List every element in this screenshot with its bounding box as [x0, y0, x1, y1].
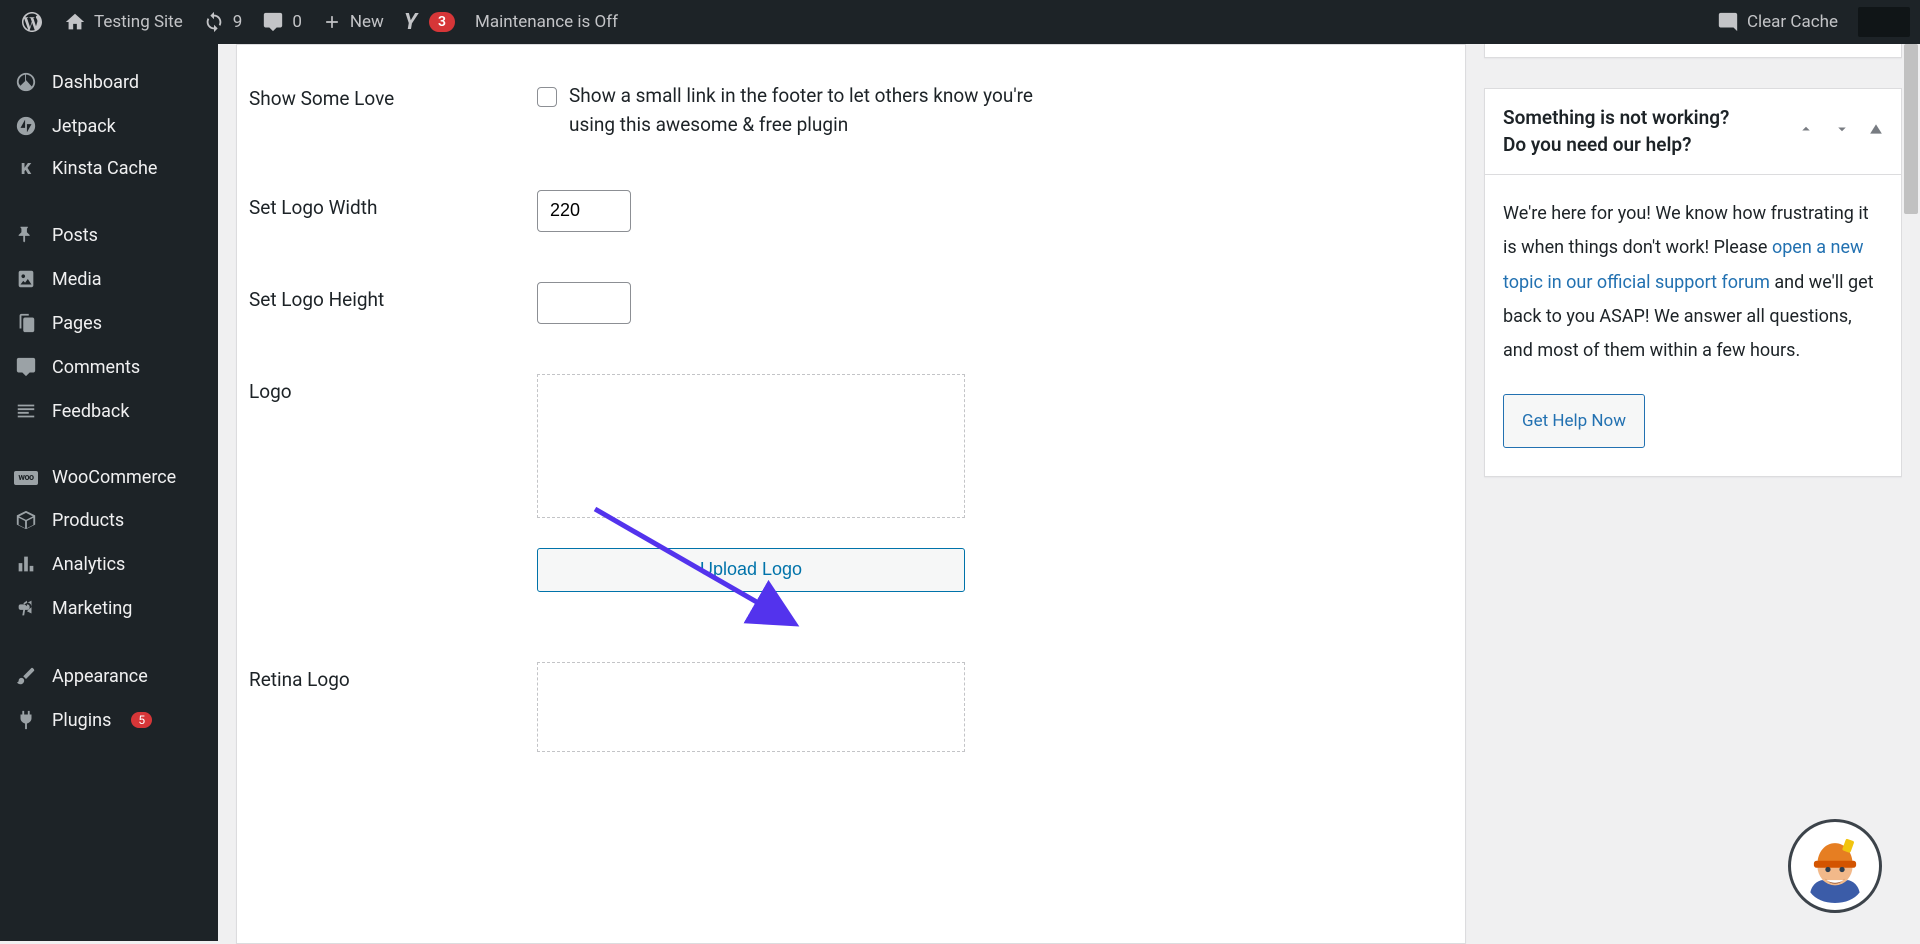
retina-logo-dropzone[interactable] [537, 662, 965, 752]
settings-form: Show Some Love Show a small link in the … [236, 44, 1466, 944]
scrollbar[interactable] [1902, 44, 1920, 941]
home-icon [64, 11, 86, 33]
sidebar-item-feedback[interactable]: Feedback [0, 389, 218, 433]
label-logo-width: Set Logo Width [249, 190, 537, 219]
yoast-icon: Y [404, 10, 417, 35]
sidebar-item-comments[interactable]: Comments [0, 345, 218, 389]
help-body: We're here for you! We know how frustrat… [1485, 175, 1901, 476]
sidebar-label: Comments [52, 357, 140, 378]
woo-icon: woo [14, 471, 38, 485]
new-label: New [350, 12, 384, 32]
sidebar-label: Feedback [52, 401, 129, 422]
cache-icon [1717, 11, 1739, 33]
sidebar-item-pages[interactable]: Pages [0, 301, 218, 345]
site-link[interactable]: Testing Site [54, 0, 193, 44]
new-content-link[interactable]: New [312, 0, 394, 44]
feedback-icon [14, 399, 38, 423]
plugins-count-badge: 5 [131, 712, 152, 728]
sidebar-label: Media [52, 269, 102, 290]
products-icon [14, 508, 38, 532]
metabox-move-up[interactable] [1797, 120, 1815, 143]
admin-toolbar: Testing Site 9 0 New Y 3 Maintenance is … [0, 0, 1920, 44]
row-logo-height: Set Logo Height [249, 282, 1453, 324]
wordpress-icon [20, 10, 44, 34]
help-title: Something is not working? Do you need ou… [1503, 105, 1729, 158]
row-logo-width: Set Logo Width [249, 190, 1453, 232]
metabox-move-down[interactable] [1833, 120, 1851, 143]
sidebar-item-marketing[interactable]: Marketing [0, 586, 218, 630]
dashboard-icon [14, 70, 38, 94]
clear-cache-link[interactable]: Clear Cache [1707, 11, 1848, 33]
input-logo-width[interactable] [537, 190, 631, 232]
sidebar-item-posts[interactable]: Posts [0, 213, 218, 257]
sidebar-label: Appearance [52, 666, 148, 687]
updates-link[interactable]: 9 [193, 0, 253, 44]
yoast-badge: 3 [429, 12, 455, 32]
brush-icon [14, 664, 38, 688]
sidebar-label: Posts [52, 225, 98, 246]
jetpack-icon [14, 114, 38, 138]
label-show-love: Show Some Love [249, 81, 537, 110]
comment-icon [262, 11, 284, 33]
sidebar-label: Marketing [52, 598, 132, 619]
megaphone-icon [14, 596, 38, 620]
clear-cache-text: Clear Cache [1747, 12, 1838, 32]
sidebar-item-dashboard[interactable]: Dashboard [0, 60, 218, 104]
sidebar-item-products[interactable]: Products [0, 498, 218, 542]
mystery-button[interactable] [1858, 7, 1910, 37]
row-retina-logo: Retina Logo [249, 662, 1453, 752]
comments-icon [14, 355, 38, 379]
sidebar-label: Plugins [52, 710, 111, 731]
admin-sidebar: Dashboard Jetpack K Kinsta Cache Posts M… [0, 44, 218, 941]
sidebar-label: Pages [52, 313, 102, 334]
sidebar-item-analytics[interactable]: Analytics [0, 542, 218, 586]
media-icon [14, 267, 38, 291]
sidebar-label: Products [52, 510, 124, 531]
analytics-icon [14, 552, 38, 576]
sidebar-label: WooCommerce [52, 467, 176, 488]
help-metabox: Something is not working? Do you need ou… [1484, 88, 1902, 477]
logo-dropzone[interactable] [537, 374, 965, 518]
get-help-button[interactable]: Get Help Now [1503, 394, 1645, 448]
updates-count: 9 [233, 12, 243, 32]
sidebar-label: Jetpack [52, 116, 116, 137]
comments-count: 0 [292, 12, 302, 32]
kinsta-icon: K [14, 159, 38, 178]
wp-menu[interactable] [10, 0, 54, 44]
label-logo: Logo [249, 374, 537, 403]
plugins-icon [14, 708, 38, 732]
maintenance-text: Maintenance is Off [475, 12, 618, 32]
row-show-love: Show Some Love Show a small link in the … [249, 81, 1453, 140]
pin-icon [14, 223, 38, 247]
site-title: Testing Site [94, 12, 183, 32]
upload-logo-button[interactable]: Upload Logo [537, 548, 965, 592]
sidebar-item-plugins[interactable]: Plugins 5 [0, 698, 218, 742]
yoast-link[interactable]: Y 3 [394, 0, 465, 44]
sidebar-item-appearance[interactable]: Appearance [0, 654, 218, 698]
worker-avatar-icon [1791, 821, 1879, 911]
row-logo: Logo Upload Logo [249, 374, 1453, 592]
update-icon [203, 11, 225, 33]
sidebar-item-woocommerce[interactable]: woo WooCommerce [0, 457, 218, 498]
plus-icon [322, 12, 342, 32]
label-logo-height: Set Logo Height [249, 282, 537, 311]
label-retina-logo: Retina Logo [249, 662, 537, 691]
pages-icon [14, 311, 38, 335]
sidebar-item-jetpack[interactable]: Jetpack [0, 104, 218, 148]
main-content: Show Some Love Show a small link in the … [218, 0, 1920, 944]
input-logo-height[interactable] [537, 282, 631, 324]
sidebar-item-kinsta[interactable]: K Kinsta Cache [0, 148, 218, 189]
maintenance-link[interactable]: Maintenance is Off [465, 0, 628, 44]
scrollbar-thumb[interactable] [1904, 44, 1918, 214]
sidebar-label: Kinsta Cache [52, 158, 157, 179]
sidebar-item-media[interactable]: Media [0, 257, 218, 301]
text-show-love: Show a small link in the footer to let o… [569, 81, 1039, 140]
comments-link[interactable]: 0 [252, 0, 312, 44]
checkbox-show-love[interactable] [537, 87, 557, 107]
prev-metabox-edge [1484, 44, 1902, 58]
sidebar-label: Analytics [52, 554, 125, 575]
sidebar-label: Dashboard [52, 72, 139, 93]
support-avatar-button[interactable] [1788, 819, 1882, 913]
metabox-toggle[interactable] [1869, 120, 1883, 143]
